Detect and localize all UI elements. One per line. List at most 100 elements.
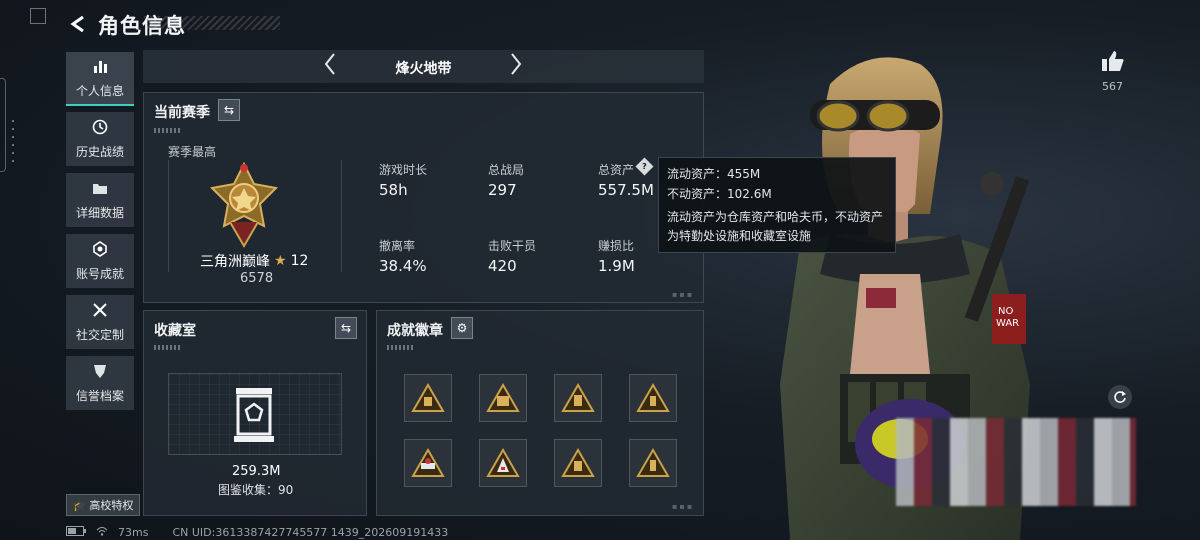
achievement-badge[interactable] (629, 439, 677, 487)
sidebar-item-label: 信誉档案 (75, 388, 124, 403)
stat-value-kills: 420 (488, 257, 517, 275)
gear-icon: ⚙ (456, 321, 468, 335)
assets-tooltip: 流动资产：455M 不动资产：102.6M 流动资产为仓库资产和哈夫币，不动资产… (658, 157, 896, 253)
wifi-icon (96, 526, 108, 539)
current-season-title: 当前赛季 (154, 105, 210, 121)
school-privilege-button[interactable]: 🎓 高校特权 (66, 494, 140, 516)
sidebar-item-achievements[interactable]: 账号成就 (66, 234, 134, 288)
like-button[interactable] (1101, 50, 1125, 74)
badge-triangle-icon (411, 383, 445, 412)
badge-triangle-icon (561, 383, 595, 412)
rank-name: 三角洲巅峰 (200, 254, 270, 270)
edge-handle[interactable] (0, 78, 6, 172)
badge-triangle-icon (486, 383, 520, 412)
rank-emblem-icon (208, 160, 280, 252)
stripe-decoration (154, 345, 180, 350)
rotate-view-button[interactable] (1108, 385, 1132, 409)
stat-label-extract-rate: 撤离率 (379, 239, 416, 253)
refresh-icon (1114, 391, 1126, 403)
school-privilege-label: 高校特权 (89, 499, 134, 512)
collection-case-icon (232, 386, 276, 444)
badge-triangle-icon (636, 383, 670, 412)
achievement-badge[interactable] (479, 374, 527, 422)
stripe-decoration (387, 345, 413, 350)
rank-line: 三角洲巅峰 ★ 12 (200, 251, 308, 271)
season-best-label: 赛季最高 (168, 145, 217, 159)
stat-label-assets: 总资产 (598, 163, 635, 177)
collection-switch-button[interactable]: ⇆ (335, 317, 357, 339)
stat-label-profit-ratio: 赚损比 (598, 239, 635, 253)
badge-triangle-icon (636, 448, 670, 477)
rank-stars: 12 (290, 253, 309, 269)
sidebar-item-label: 账号成就 (75, 266, 124, 281)
stat-label-kills: 击败干员 (488, 239, 537, 253)
collection-progress: 图鉴收集：90 (218, 483, 294, 497)
history-icon (92, 119, 108, 139)
corner-decoration: ▪▪▪ (672, 290, 695, 299)
status-bar: 73ms CN UID:3613387427745577 1439_202609… (66, 526, 448, 539)
back-arrow-icon (70, 15, 84, 33)
switch-season-button[interactable]: ⇆ (218, 99, 240, 121)
collection-title: 收藏室 (154, 323, 196, 339)
liquid-assets: 流动资产：455M (667, 167, 761, 181)
stripe-decoration (154, 128, 180, 133)
tools-icon (92, 302, 108, 322)
chevron-right-icon (511, 53, 522, 75)
bar-chart-icon (92, 58, 108, 78)
star-icon: ★ (274, 253, 287, 269)
achievement-badge[interactable] (404, 439, 452, 487)
sidebar-item-label: 社交定制 (75, 327, 124, 342)
badge-triangle-icon (411, 448, 445, 477)
badge-triangle-icon (486, 448, 520, 477)
achievement-badge[interactable] (554, 374, 602, 422)
edge-dots-decoration (12, 120, 14, 164)
fixed-assets: 不动资产：102.6M (667, 187, 772, 201)
stat-value-extract-rate: 38.4% (379, 257, 427, 275)
folder-icon (92, 180, 108, 200)
corner-decoration (30, 8, 46, 24)
sidebar-item-credit[interactable]: 信誉档案 (66, 356, 134, 410)
season-name: 烽火地带 (395, 61, 452, 77)
svg-text:NO: NO (998, 306, 1013, 317)
like-count: 567 (1102, 80, 1123, 93)
achievement-badge[interactable] (629, 374, 677, 422)
swap-icon: ⇆ (223, 103, 235, 117)
stat-label-playtime: 游戏时长 (379, 163, 428, 177)
graduation-cap-icon: 🎓 (72, 498, 87, 512)
season-selector: 烽火地带 (143, 50, 704, 83)
sidebar-item-history[interactable]: 历史战绩 (66, 112, 134, 166)
thumbs-up-icon (1102, 51, 1124, 71)
achievement-badge[interactable] (554, 439, 602, 487)
sidebar-item-label: 个人信息 (75, 83, 124, 98)
uid-text: CN UID:3613387427745577 1439_20260919143… (172, 526, 449, 539)
achievements-title: 成就徽章 (387, 323, 443, 339)
rank-score: 6578 (240, 271, 274, 286)
achievement-settings-button[interactable]: ⚙ (451, 317, 473, 339)
back-button[interactable] (66, 12, 90, 36)
sidebar-item-label: 历史战绩 (75, 144, 124, 159)
swap-icon: ⇆ (340, 321, 352, 335)
achievement-badge[interactable] (479, 439, 527, 487)
assets-description-line-1: 流动资产为仓库资产和哈夫币，不动资产 (667, 210, 884, 224)
achievement-badge[interactable] (404, 374, 452, 422)
stat-value-assets: 557.5M (598, 181, 654, 199)
stat-value-profit-ratio: 1.9M (598, 257, 635, 275)
stat-value-matches: 297 (488, 181, 517, 199)
ping-value: 73ms (118, 526, 149, 539)
achievement-icon (92, 240, 108, 261)
corner-decoration: ▪▪▪ (672, 502, 695, 511)
battery-icon (66, 526, 86, 539)
sidebar-item-personal-info[interactable]: 个人信息 (66, 52, 134, 106)
stat-value-playtime: 58h (379, 181, 408, 199)
credit-shield-icon (92, 363, 108, 383)
next-season-button[interactable] (509, 52, 523, 82)
badge-triangle-icon (561, 448, 595, 477)
stat-label-matches: 总战局 (488, 163, 525, 177)
sidebar-item-label: 详细数据 (75, 205, 124, 220)
obscured-area (896, 418, 1136, 506)
svg-text:WAR: WAR (996, 318, 1019, 329)
sidebar-item-detailed-data[interactable]: 详细数据 (66, 173, 134, 227)
assets-description-line-2: 为特勤处设施和收藏室设施 (667, 229, 812, 243)
sidebar-item-social[interactable]: 社交定制 (66, 295, 134, 349)
title-decoration (144, 16, 280, 30)
